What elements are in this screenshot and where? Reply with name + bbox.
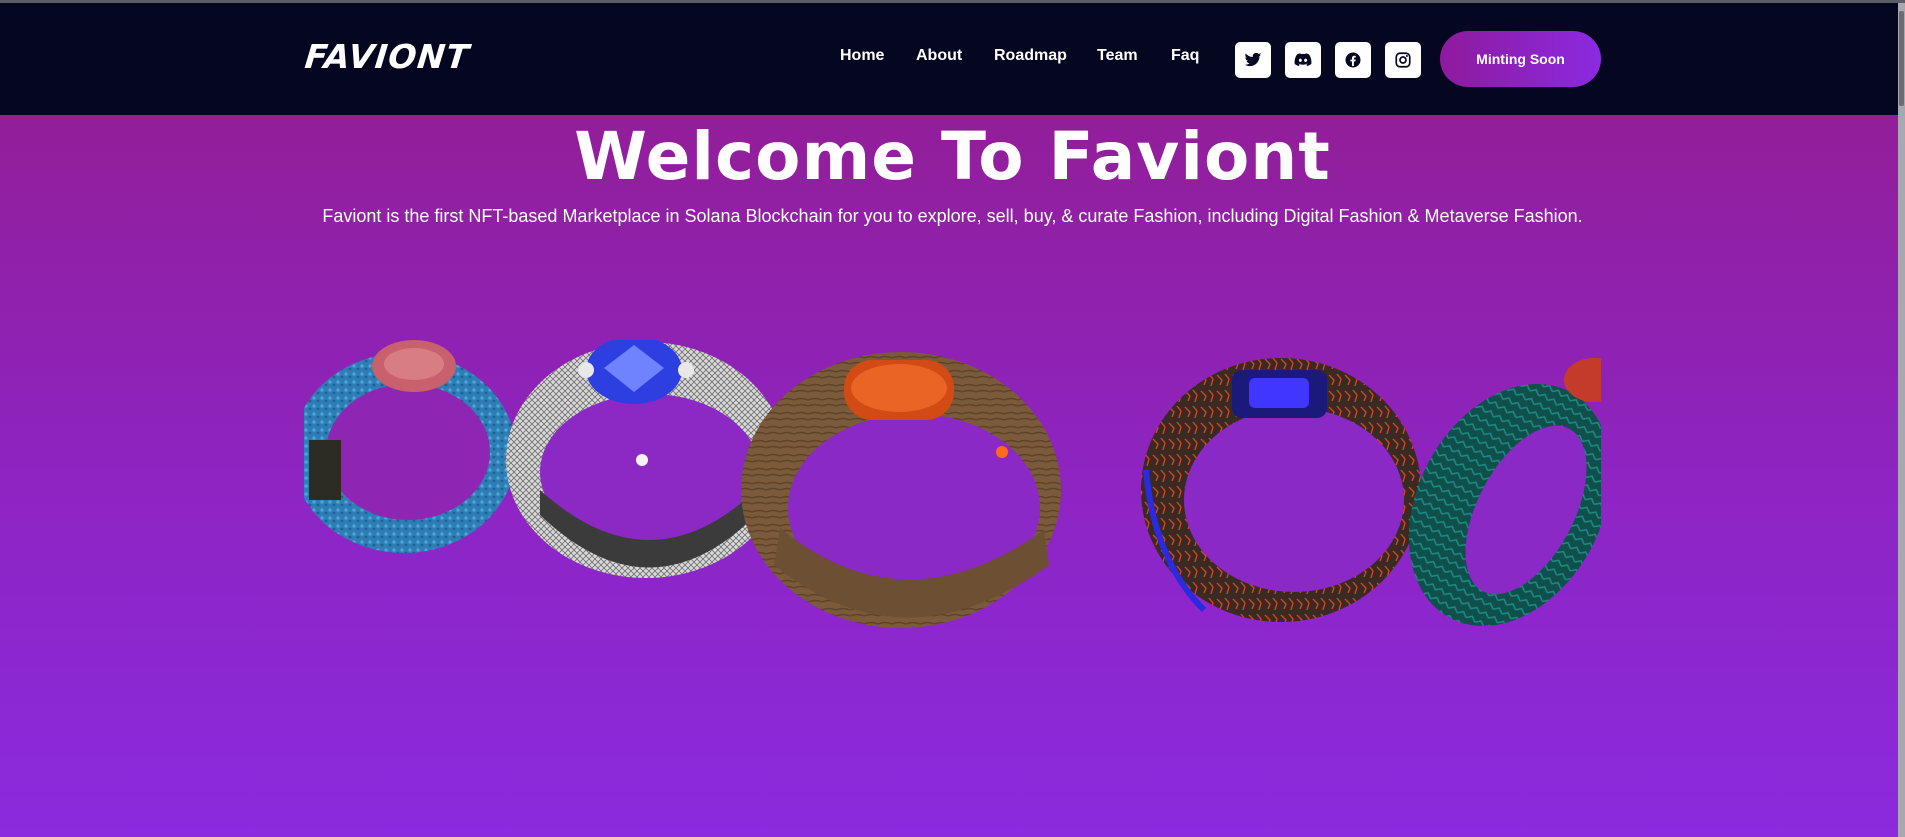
- nav-roadmap[interactable]: Roadmap: [994, 47, 1067, 65]
- hero-subtitle: Faviont is the first NFT-based Marketpla…: [322, 206, 1583, 226]
- discord-icon: [1294, 53, 1312, 67]
- nav-home[interactable]: Home: [840, 47, 884, 65]
- twitter-button[interactable]: [1235, 42, 1271, 78]
- minting-soon-button[interactable]: Minting Soon: [1440, 31, 1601, 87]
- nav-about[interactable]: About: [916, 47, 962, 65]
- facebook-button[interactable]: [1335, 42, 1371, 78]
- vertical-scrollbar[interactable]: [1898, 3, 1905, 837]
- site-header: FAVIONT Home About Roadmap Team Faq Mint…: [0, 3, 1905, 115]
- ring-lava-blue-gem[interactable]: [1141, 358, 1421, 622]
- ring-carousel-art: [304, 340, 1601, 628]
- facebook-icon: [1345, 52, 1361, 68]
- ring-wooden-orange-gem[interactable]: [741, 352, 1061, 628]
- nav-faq[interactable]: Faq: [1171, 47, 1199, 65]
- instagram-icon: [1395, 52, 1411, 68]
- instagram-button[interactable]: [1385, 42, 1421, 78]
- scrollbar-thumb[interactable]: [1899, 11, 1904, 106]
- faviont-logo[interactable]: FAVIONT: [303, 37, 499, 76]
- hero-title: Welcome To Faviont: [574, 118, 1331, 195]
- ring-silver-engraved[interactable]: [506, 340, 786, 578]
- nav-team[interactable]: Team: [1097, 47, 1138, 65]
- ring-carousel[interactable]: [304, 340, 1601, 680]
- ring-blue-textured[interactable]: [304, 340, 516, 553]
- discord-button[interactable]: [1285, 42, 1321, 78]
- twitter-icon: [1244, 52, 1262, 67]
